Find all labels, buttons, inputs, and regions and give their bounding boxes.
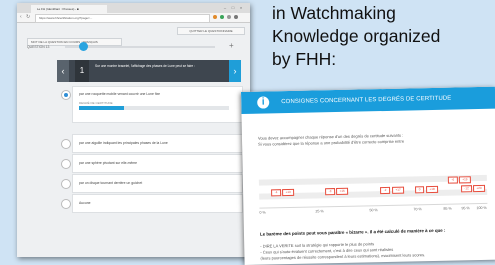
- progress-label: QUESTION 13: [27, 45, 50, 49]
- quit-button[interactable]: QUITTER LE QUESTIONNAIRE: [177, 27, 245, 35]
- bareme-heading: Le barème des points peut vous paraître …: [259, 227, 446, 237]
- back-icon[interactable]: ‹: [20, 14, 22, 21]
- certainty-instructions-document: i CONSIGNES CONCERNANT LES DEGRÉS DE CER…: [241, 86, 495, 265]
- scale-tick: 0 %: [259, 210, 266, 215]
- answer-radio[interactable]: [61, 139, 71, 149]
- score-pill: +16: [336, 187, 349, 196]
- answer-radio[interactable]: [61, 179, 71, 189]
- question-text: Sur une montre bracelet, l'affichage des…: [95, 64, 195, 68]
- score-pill: -2: [380, 186, 391, 195]
- score-pill: +17: [392, 186, 405, 194]
- answer-text: par une sphère pivotant sur elle-même: [79, 161, 138, 165]
- add-button[interactable]: +: [229, 41, 234, 50]
- score-pill: +18: [426, 185, 439, 194]
- progress-thumb[interactable]: [79, 42, 88, 51]
- score-pill: +13: [282, 188, 295, 197]
- close-icon[interactable]: ×: [238, 5, 244, 10]
- reload-icon[interactable]: ↻: [26, 14, 30, 21]
- answer-text: par une rocquette mobile venant couvrir …: [79, 92, 161, 96]
- menu-icon[interactable]: [234, 15, 238, 19]
- address-bar: ‹ ↻ https://www.hhcertification.org/?pag…: [17, 13, 250, 23]
- heading-line-2: Knowledge organized: [272, 26, 441, 46]
- info-icon: i: [257, 96, 270, 109]
- browser-tab-bar: Le FH (Identifiant : Presses) - ■ – □ ×: [17, 3, 250, 13]
- browser-tab[interactable]: Le FH (Identifiant : Presses) - ■: [31, 5, 107, 13]
- answer-text: par un disque tournant derrière un guich…: [79, 181, 143, 185]
- extension-icon[interactable]: [220, 15, 224, 19]
- question-panel: ‹ 1 Sur une montre bracelet, l'affichage…: [57, 60, 241, 82]
- scale-tick: 85 %: [443, 206, 452, 211]
- app-screenshot: Le FH (Identifiant : Presses) - ■ – □ × …: [17, 3, 250, 257]
- document-title: CONSIGNES CONCERNANT LES DEGRÉS DE CERTI…: [281, 95, 452, 106]
- document-header: i CONSIGNES CONCERNANT LES DEGRÉS DE CER…: [241, 86, 495, 114]
- slide: Le FH (Identifiant : Presses) - ■ – □ × …: [0, 0, 495, 265]
- score-pill: +20: [473, 184, 486, 193]
- next-question-button[interactable]: ›: [229, 60, 241, 82]
- questionnaire-page: QUITTER LE QUESTIONNAIRE MOT DE LA QUEST…: [17, 23, 250, 257]
- answer-selected[interactable]: par une rocquette mobile venant couvrir …: [61, 86, 243, 123]
- score-pill: -3: [325, 188, 336, 196]
- prev-question-button[interactable]: ‹: [57, 60, 69, 82]
- minimize-icon[interactable]: –: [222, 5, 228, 10]
- maximize-icon[interactable]: □: [230, 5, 236, 10]
- question-number: 1: [75, 60, 89, 82]
- answer-4[interactable]: Aucune: [61, 194, 243, 213]
- extension-icon[interactable]: [213, 15, 217, 19]
- score-pill: -6: [447, 176, 458, 184]
- answer-text: par une aiguille indiquant les principal…: [79, 141, 168, 145]
- scale-tick: 70 %: [413, 207, 422, 212]
- confidence-fill: [79, 106, 124, 110]
- bookmark-icon[interactable]: [227, 15, 231, 19]
- scale-tick: 95 %: [461, 206, 470, 211]
- confidence-label: DEGRÉ DE CERTITUDE: [79, 101, 113, 105]
- confidence-slider[interactable]: [79, 106, 229, 110]
- heading-line-3: by FHH:: [272, 49, 337, 69]
- answer-3[interactable]: par un disque tournant derrière un guich…: [61, 174, 243, 193]
- answer-1[interactable]: par une aiguille indiquant les principal…: [61, 134, 243, 153]
- url-field[interactable]: https://www.hhcertification.org/?page=..…: [35, 14, 210, 23]
- answer-radio-selected[interactable]: [61, 90, 71, 100]
- heading-line-1: in Watchmaking: [272, 3, 396, 23]
- scale-tick: 50 %: [369, 208, 378, 213]
- score-pill: +19: [458, 176, 471, 184]
- answer-text: Aucune: [79, 201, 91, 205]
- scale-tick: 100 %: [476, 205, 487, 211]
- score-pill: 0: [415, 186, 425, 194]
- score-pill: -12: [461, 185, 473, 193]
- scale-tick: 25 %: [315, 209, 324, 214]
- score-pill: -4: [271, 189, 282, 197]
- answer-radio[interactable]: [61, 199, 71, 209]
- answer-2[interactable]: par une sphère pivotant sur elle-même: [61, 154, 243, 173]
- answer-radio[interactable]: [61, 159, 71, 169]
